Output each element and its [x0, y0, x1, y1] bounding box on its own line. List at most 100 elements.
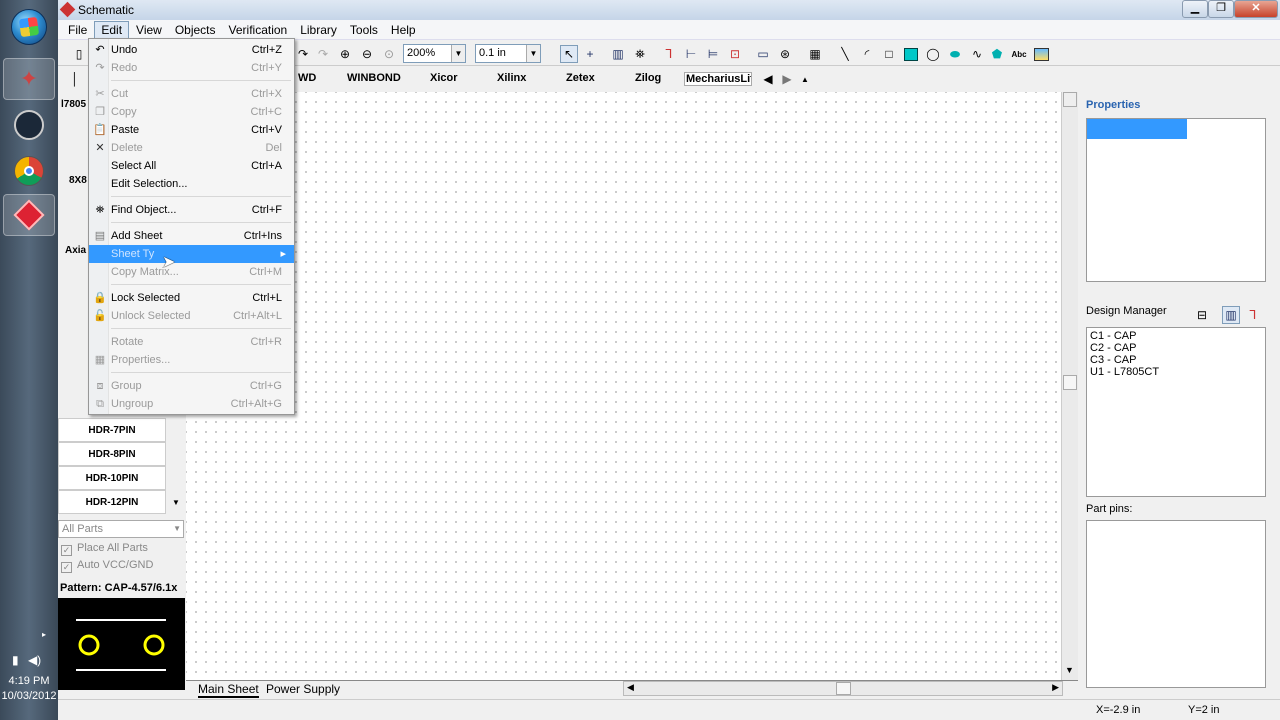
library-tab-xilinx[interactable]: Xilinx [497, 72, 526, 84]
tray-arrow-icon[interactable]: ▸ [42, 630, 46, 639]
select-pointer-icon[interactable]: ↖ [560, 45, 578, 63]
text-icon[interactable]: Abc [1010, 45, 1028, 63]
part-pins-list[interactable] [1086, 520, 1266, 688]
sheet-tab-power-supply[interactable]: Power Supply [266, 682, 340, 696]
menu-file[interactable]: File [62, 22, 93, 38]
volume-icon[interactable]: ◀) [28, 653, 41, 667]
ellipse-icon[interactable]: ◯ [924, 45, 942, 63]
design-item[interactable]: C3 - CAP [1087, 354, 1265, 366]
vscroll-thumb[interactable] [1063, 375, 1077, 390]
auto-vcc-checkbox[interactable]: ✓ Auto VCC/GND [61, 559, 153, 573]
design-item[interactable]: C2 - CAP [1087, 342, 1265, 354]
tab-collapse-icon[interactable]: ▲ [796, 70, 814, 88]
menu-cut[interactable]: ✂ Cut Ctrl+X [89, 85, 294, 103]
scroll-right-icon[interactable]: ▶ [1052, 682, 1059, 693]
crosshair-icon[interactable]: + [581, 45, 599, 63]
part-row-partial[interactable]: l7805 [58, 92, 86, 116]
library-tab-mechariuslib[interactable]: MechariusLit [684, 72, 752, 86]
properties-selected-cell[interactable] [1087, 119, 1187, 139]
part-filter-select[interactable]: All Parts ▼ [58, 520, 184, 538]
dm-parts-icon[interactable]: ▥ [1222, 306, 1240, 324]
menu-add-sheet[interactable]: ▤ Add Sheet Ctrl+Ins [89, 227, 294, 245]
port-icon[interactable]: ▭ [754, 45, 772, 63]
polyline-icon[interactable]: ∿ [968, 45, 986, 63]
part-row-partial[interactable]: Axia [58, 238, 88, 262]
bus-entry-icon[interactable]: ⊨ [704, 45, 722, 63]
redo-arrow-icon[interactable]: ↷ [294, 45, 312, 63]
menu-copy-matrix[interactable]: Copy Matrix... Ctrl+M [89, 263, 294, 281]
part-icon[interactable]: ▥ [609, 45, 627, 63]
polygon-icon[interactable]: ⬟ [988, 45, 1006, 63]
menu-properties[interactable]: ▦ Properties... [89, 351, 294, 369]
filled-ellipse-icon[interactable]: ⬬ [946, 45, 964, 63]
design-item[interactable]: U1 - L7805CT [1087, 366, 1265, 378]
menu-sheet-type[interactable]: Sheet Ty ▸ [89, 245, 294, 263]
redo-disabled-icon[interactable]: ↷ [314, 45, 332, 63]
design-item[interactable]: C1 - CAP [1087, 330, 1265, 342]
arc-icon[interactable]: ◜ [858, 45, 876, 63]
bus-icon[interactable]: ⊢ [682, 45, 700, 63]
place-all-checkbox[interactable]: ✓ Place All Parts [61, 542, 148, 556]
library-tab-zilog[interactable]: Zilog [635, 72, 661, 84]
menu-view[interactable]: View [130, 22, 168, 38]
taskbar-app-schematic[interactable] [3, 194, 55, 236]
restore-button[interactable]: ❐ [1208, 0, 1234, 18]
menu-verification[interactable]: Verification [223, 22, 294, 38]
tab-scroll-right-icon[interactable]: ▶ [778, 70, 796, 88]
part-item-hdr-7pin[interactable]: HDR-7PIN [58, 418, 166, 442]
part-item-hdr-12pin[interactable]: HDR-12PIN [58, 490, 166, 514]
dm-nets-icon[interactable]: ⅂ [1244, 306, 1262, 324]
net-label-icon[interactable]: ⊡ [726, 45, 744, 63]
menu-paste[interactable]: 📋 Paste Ctrl+V [89, 121, 294, 139]
library-tab-zetex[interactable]: Zetex [566, 72, 595, 84]
clock-date[interactable]: 10/03/2012 [0, 690, 58, 702]
grid-combo[interactable]: 0.1 in ▼ [475, 44, 541, 63]
scroll-left-icon[interactable]: ◀ [627, 682, 634, 693]
zoom-out-icon[interactable]: ⊖ [358, 45, 376, 63]
rectangle-icon[interactable]: □ [880, 45, 898, 63]
menu-find-object[interactable]: ⛯ Find Object... Ctrl+F [89, 201, 294, 219]
hscroll-thumb[interactable] [836, 682, 851, 695]
minimize-button[interactable]: ▁ [1182, 0, 1208, 18]
menu-library[interactable]: Library [294, 22, 343, 38]
table-icon[interactable]: ▦ [806, 45, 824, 63]
wire-icon[interactable]: ⅂ [660, 45, 678, 63]
menu-tools[interactable]: Tools [344, 22, 384, 38]
battery-icon[interactable]: ▮ [12, 653, 19, 667]
dm-collapse-icon[interactable]: ⊟ [1193, 306, 1211, 324]
clock-time[interactable]: 4:19 PM [0, 675, 58, 687]
sheet-tab-main[interactable]: Main Sheet [198, 682, 259, 698]
menu-edit[interactable]: Edit [94, 20, 130, 39]
scroll-down-icon[interactable]: ▼ [1065, 665, 1074, 675]
parts-scroll-down-icon[interactable]: ▼ [172, 498, 180, 507]
zoom-combo[interactable]: 200% ▼ [403, 44, 466, 63]
tray-icons[interactable]: ▮ ◀) [12, 653, 41, 667]
close-button[interactable]: ✕ [1234, 0, 1278, 18]
menu-objects[interactable]: Objects [169, 22, 222, 38]
menu-help[interactable]: Help [385, 22, 422, 38]
part-item-hdr-10pin[interactable]: HDR-10PIN [58, 466, 166, 490]
library-tab-winbond[interactable]: WINBOND [347, 72, 401, 84]
menu-select-all[interactable]: Select All Ctrl+A [89, 157, 294, 175]
filled-rectangle-icon[interactable] [902, 45, 920, 63]
binoculars-icon[interactable]: ⛯ [631, 45, 649, 63]
menu-unlock-selected[interactable]: 🔓 Unlock Selected Ctrl+Alt+L [89, 307, 294, 325]
canvas-vertical-scrollbar[interactable]: ▼ [1061, 92, 1078, 680]
zoom-in-icon[interactable]: ⊕ [336, 45, 354, 63]
part-item-hdr-8pin[interactable]: HDR-8PIN [58, 442, 166, 466]
library-tab-xicor[interactable]: Xicor [430, 72, 458, 84]
junction-icon[interactable]: ⊛ [776, 45, 794, 63]
menu-redo[interactable]: ↷ Redo Ctrl+Y [89, 59, 294, 77]
menu-edit-selection[interactable]: Edit Selection... [89, 175, 294, 193]
canvas-horizontal-scrollbar[interactable]: ◀ ▶ [623, 681, 1063, 696]
menu-undo[interactable]: ↶ Undo Ctrl+Z [89, 41, 294, 59]
taskbar-app-1[interactable]: ✦ [3, 58, 55, 100]
menu-copy[interactable]: ❐ Copy Ctrl+C [89, 103, 294, 121]
menu-group[interactable]: ⧈ Group Ctrl+G [89, 377, 294, 395]
tab-scroll-left-icon[interactable]: ◀ [759, 70, 777, 88]
menu-delete[interactable]: ✕ Delete Del [89, 139, 294, 157]
taskbar-app-steam[interactable] [3, 104, 55, 146]
part-row-partial[interactable]: 8X8 [58, 168, 88, 192]
start-button[interactable] [3, 6, 55, 48]
menu-ungroup[interactable]: ⧉ Ungroup Ctrl+Alt+G [89, 395, 294, 413]
